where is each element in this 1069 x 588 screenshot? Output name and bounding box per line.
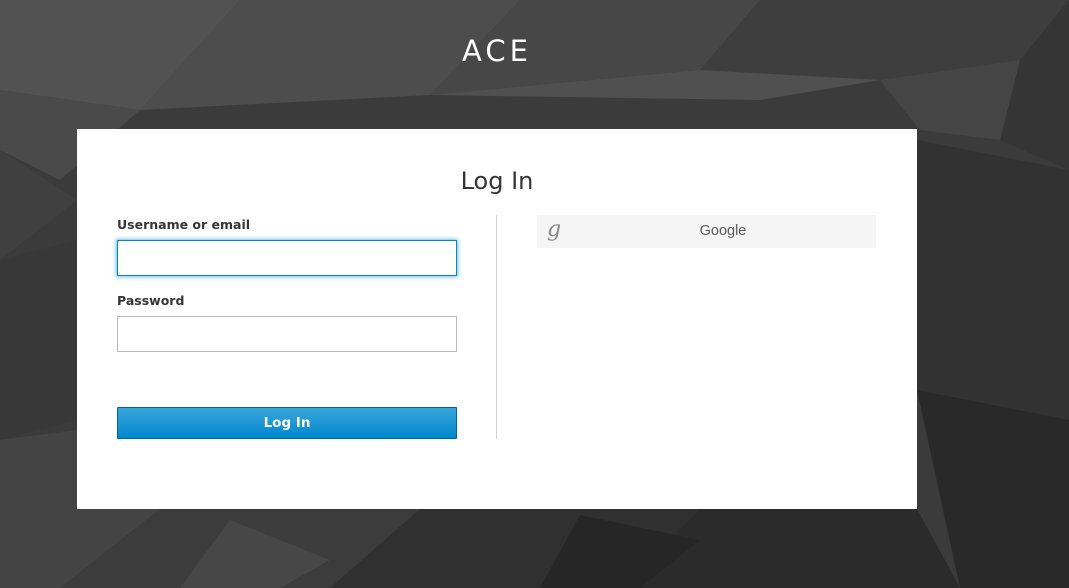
google-button-label: Google — [699, 223, 747, 239]
page-title: Log In — [460, 167, 534, 195]
login-card: Log In Username or email Password Log In… — [77, 129, 917, 509]
login-button[interactable]: Log In — [117, 407, 457, 439]
password-label: Password — [117, 293, 185, 308]
username-input[interactable] — [117, 240, 457, 276]
google-login-button[interactable]: g Google — [537, 215, 876, 248]
brand-title: ACE — [462, 34, 532, 68]
column-divider — [496, 215, 497, 439]
password-input[interactable] — [117, 316, 457, 352]
username-label: Username or email — [117, 217, 251, 232]
